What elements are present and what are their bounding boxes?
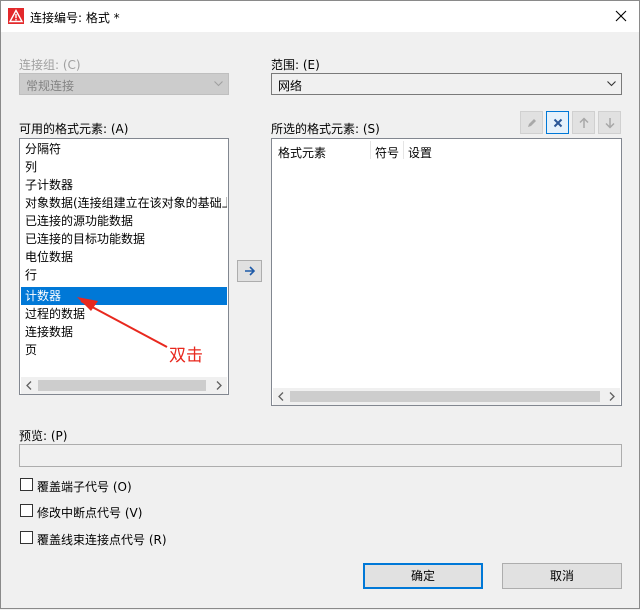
list-item[interactable]: 已连接的源功能数据 — [21, 212, 227, 230]
annotation-label: 双击 — [169, 346, 203, 366]
cancel-button[interactable]: 取消 — [502, 563, 622, 589]
delete-button[interactable] — [546, 111, 569, 134]
arrow-up-icon — [579, 117, 589, 128]
range-label: 范围: (E) — [271, 58, 320, 72]
list-item-selected[interactable]: 计数器 — [21, 287, 227, 305]
dialog-window: 连接编号: 格式 * 连接组: (C) 常规连接 可用的格式元素: (A) 分隔… — [0, 0, 640, 609]
list-item[interactable]: 已连接的目标功能数据 — [21, 230, 227, 248]
connection-group-value: 常规连接 — [26, 79, 75, 93]
arrow-right-icon — [245, 266, 256, 276]
chevron-down-icon — [607, 81, 616, 87]
edit-button[interactable] — [520, 111, 543, 134]
arrow-down-icon — [605, 118, 615, 129]
add-element-button[interactable] — [237, 260, 262, 282]
scroll-left-icon[interactable] — [25, 381, 33, 390]
list-item[interactable]: 过程的数据 — [21, 305, 227, 323]
list-item[interactable]: 对象数据(连接组建立在该对象的基础上) — [21, 194, 227, 212]
move-up-button[interactable] — [572, 111, 595, 134]
selected-elements-list[interactable]: 格式元素 符号 设置 — [271, 138, 622, 406]
horizontal-scrollbar[interactable] — [273, 388, 620, 405]
window-title: 连接编号: 格式 * — [30, 11, 120, 25]
connection-group-label: 连接组: (C) — [19, 58, 81, 72]
selected-elements-label: 所选的格式元素: (S) — [271, 122, 380, 136]
warning-triangle-app-icon — [8, 8, 24, 24]
connection-group-combo: 常规连接 — [19, 73, 229, 95]
chevron-down-icon — [214, 81, 223, 87]
available-elements-label: 可用的格式元素: (A) — [19, 122, 129, 136]
column-separator — [370, 141, 371, 159]
delete-x-icon — [553, 118, 563, 128]
title-bar: 连接编号: 格式 * — [1, 1, 639, 32]
preview-label: 预览: (P) — [19, 429, 68, 443]
scrollbar-thumb[interactable] — [290, 391, 600, 402]
list-item[interactable]: 连接数据 — [21, 323, 227, 341]
horizontal-scrollbar[interactable] — [21, 377, 227, 394]
range-combo[interactable]: 网络 — [271, 73, 622, 95]
override-harness-label[interactable]: 覆盖线束连接点代号 (R) — [37, 531, 167, 548]
preview-field — [19, 444, 622, 467]
ok-button[interactable]: 确定 — [363, 563, 483, 589]
range-value: 网络 — [278, 79, 303, 93]
close-icon[interactable] — [611, 6, 631, 26]
column-header-settings[interactable]: 设置 — [408, 144, 432, 161]
list-item[interactable]: 列 — [21, 158, 227, 176]
move-down-button[interactable] — [598, 111, 621, 134]
column-header-element[interactable]: 格式元素 — [278, 144, 326, 161]
scroll-right-icon[interactable] — [215, 381, 223, 390]
override-terminal-checkbox[interactable] — [20, 478, 33, 491]
scroll-right-icon[interactable] — [608, 392, 616, 401]
modify-breakpoint-checkbox[interactable] — [20, 504, 33, 517]
list-item[interactable]: 分隔符 — [21, 140, 227, 158]
list-item[interactable]: 行 — [21, 266, 227, 284]
list-item[interactable]: 子计数器 — [21, 176, 227, 194]
scroll-left-icon[interactable] — [277, 392, 285, 401]
override-terminal-label[interactable]: 覆盖端子代号 (O) — [37, 478, 132, 495]
override-harness-checkbox[interactable] — [20, 531, 33, 544]
column-header-symbol[interactable]: 符号 — [375, 144, 399, 161]
modify-breakpoint-label[interactable]: 修改中断点代号 (V) — [37, 504, 142, 521]
column-separator — [403, 141, 404, 159]
pencil-icon — [528, 119, 536, 127]
list-item[interactable]: 电位数据 — [21, 248, 227, 266]
scrollbar-thumb[interactable] — [38, 380, 206, 391]
